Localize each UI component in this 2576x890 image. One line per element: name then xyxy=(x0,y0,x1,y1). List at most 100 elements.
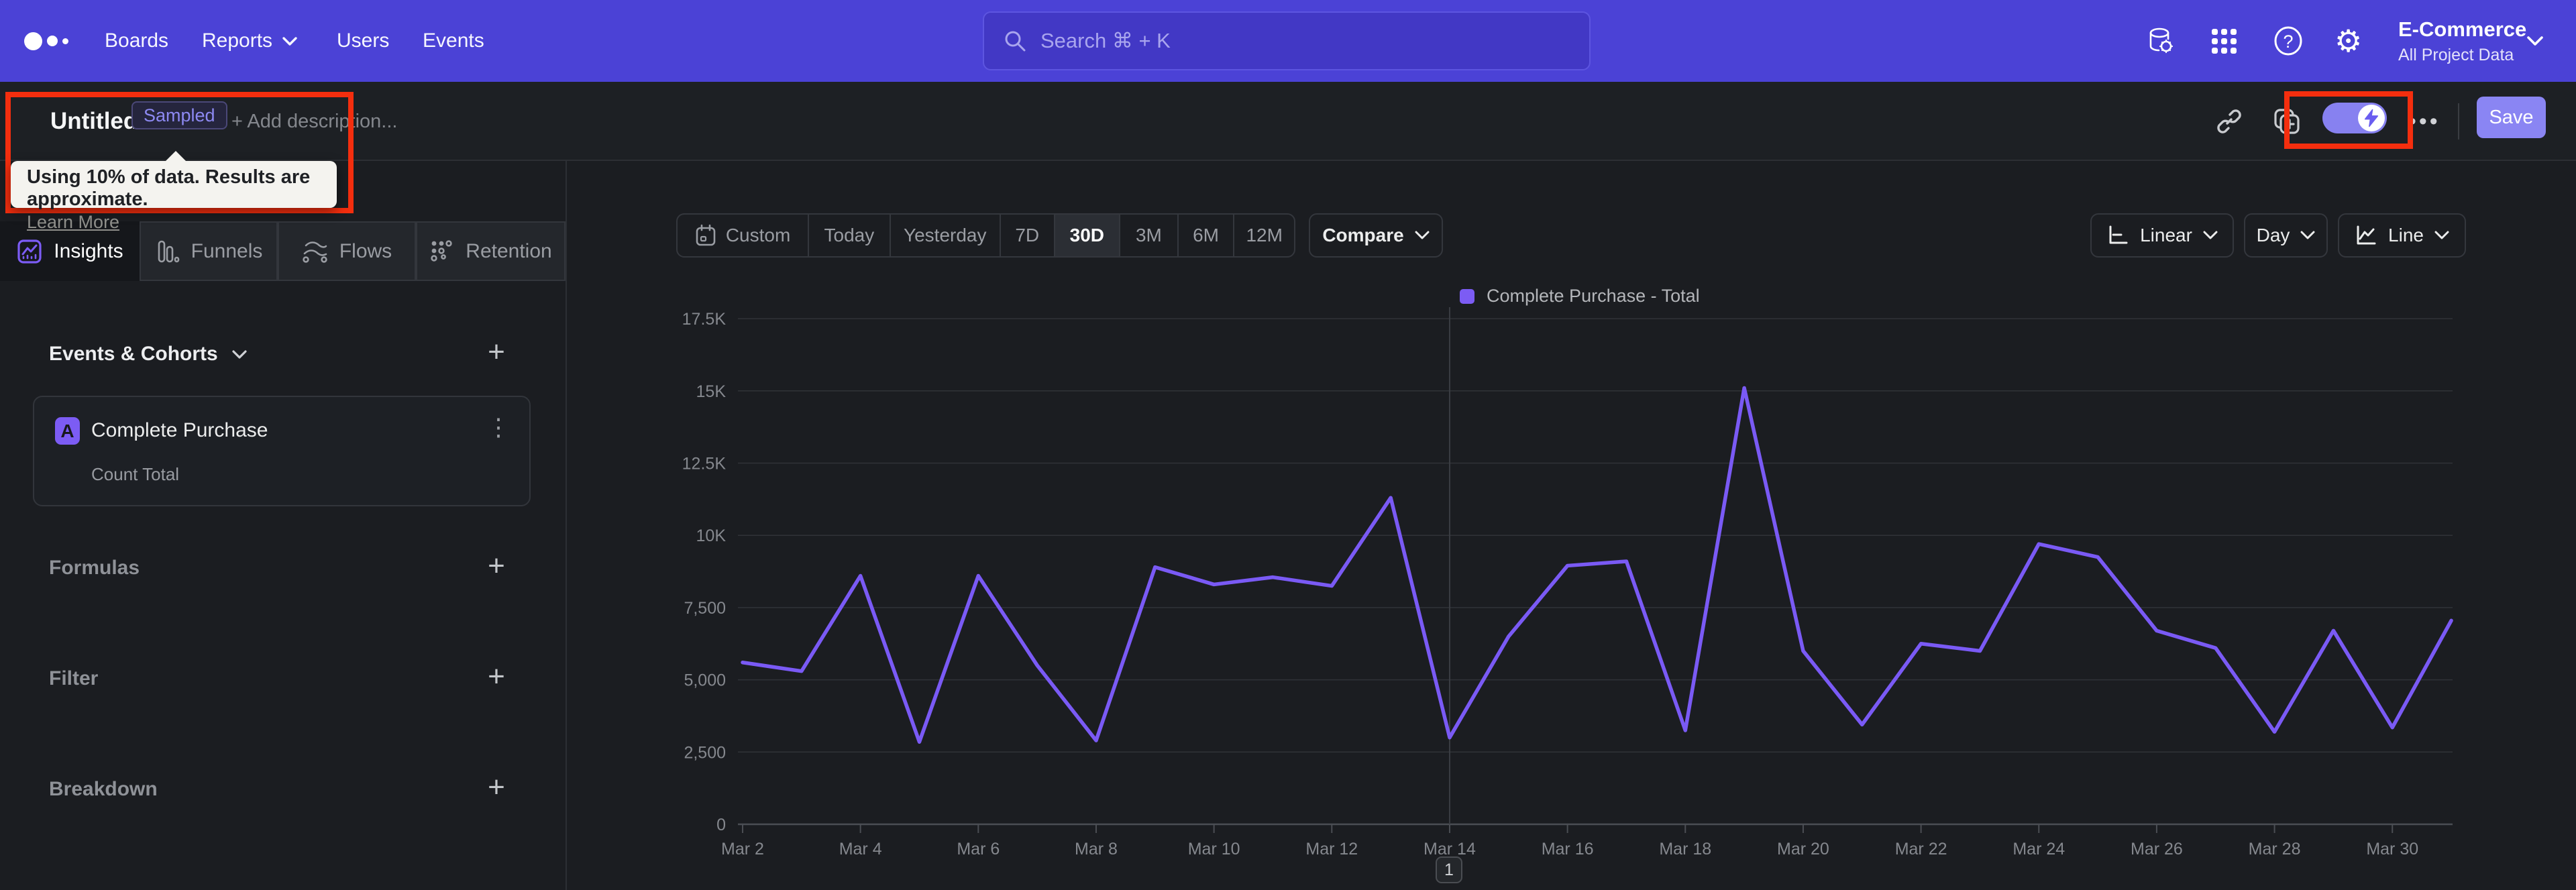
svg-text:0: 0 xyxy=(716,816,726,834)
range-today[interactable]: Today xyxy=(809,215,891,256)
add-event-button[interactable]: + xyxy=(482,337,511,368)
tab-label: Retention xyxy=(466,239,552,262)
copy-link-icon[interactable] xyxy=(2216,82,2243,161)
svg-text:Mar 28: Mar 28 xyxy=(2249,840,2301,858)
sampling-toggle[interactable] xyxy=(2322,103,2387,133)
event-kebab-menu[interactable]: ⋮ xyxy=(486,413,511,441)
tab-label: Insights xyxy=(54,239,123,262)
sampled-badge[interactable]: Sampled xyxy=(131,101,227,129)
legend-color-swatch xyxy=(1460,288,1474,304)
chevron-down-icon xyxy=(2203,231,2218,239)
add-filter-button[interactable]: + xyxy=(482,662,511,693)
tooltip-message: Using 10% of data. Results are approxima… xyxy=(27,166,311,210)
line-chart-icon xyxy=(2357,225,2376,245)
duplicate-add-icon[interactable] xyxy=(2273,82,2301,161)
svg-text:15K: 15K xyxy=(696,382,727,401)
legend-label: Complete Purchase - Total xyxy=(1487,286,1700,306)
settings-gear-icon[interactable]: ⚙ xyxy=(2334,0,2362,82)
pagination-page-1[interactable]: 1 xyxy=(1436,856,1462,883)
granularity-dropdown[interactable]: Day xyxy=(2244,213,2328,258)
events-cohorts-header[interactable]: Events & Cohorts xyxy=(49,339,248,370)
chevron-down-icon xyxy=(2300,231,2315,239)
top-nav-bar: Boards Reports Users Events Search ⌘ + K… xyxy=(0,0,2576,82)
svg-text:Mar 18: Mar 18 xyxy=(1659,840,1711,858)
svg-text:2,500: 2,500 xyxy=(684,743,726,762)
svg-text:12.5K: 12.5K xyxy=(682,455,727,474)
help-icon[interactable]: ? xyxy=(2273,0,2304,82)
project-chevron-down-icon[interactable] xyxy=(2526,0,2544,82)
range-30d[interactable]: 30D xyxy=(1055,215,1121,256)
tab-label: Funnels xyxy=(191,239,263,262)
tooltip-learn-more-link[interactable]: Learn More xyxy=(27,212,119,233)
svg-text:17.5K: 17.5K xyxy=(682,310,727,329)
funnels-icon xyxy=(158,240,179,262)
add-breakdown-button[interactable]: + xyxy=(482,773,511,803)
svg-text:Mar 14: Mar 14 xyxy=(1424,840,1476,858)
range-custom[interactable]: Custom xyxy=(678,215,810,256)
tab-retention[interactable]: Retention xyxy=(416,221,566,281)
tab-label: Flows xyxy=(339,239,392,262)
event-aggregation[interactable]: Count Total xyxy=(91,464,179,485)
project-scope: All Project Data xyxy=(2398,45,2514,64)
svg-text:Mar 8: Mar 8 xyxy=(1075,840,1118,858)
svg-text:?: ? xyxy=(2283,32,2293,52)
svg-text:Mar 6: Mar 6 xyxy=(957,840,1000,858)
save-button[interactable]: Save xyxy=(2477,97,2546,138)
nav-item-events[interactable]: Events xyxy=(423,0,484,82)
nav-item-reports[interactable]: Reports xyxy=(202,0,298,82)
scale-dropdown[interactable]: Linear xyxy=(2090,213,2234,258)
lightning-bolt-icon xyxy=(2364,109,2379,127)
linear-axis-icon xyxy=(2109,225,2128,244)
formulas-header: Formulas xyxy=(49,557,140,579)
more-options-button[interactable]: ••• xyxy=(2408,82,2440,161)
event-title: Complete Purchase xyxy=(91,419,268,441)
date-range-group: Custom Today Yesterday 7D 30D 3M 6M 12M xyxy=(676,213,1295,258)
chevron-down-icon xyxy=(232,349,247,359)
sampling-tooltip: Using 10% of data. Results are approxima… xyxy=(11,151,337,232)
mixpanel-logo-icon[interactable] xyxy=(24,0,68,82)
chevron-down-icon xyxy=(282,36,297,46)
compare-button[interactable]: Compare xyxy=(1309,213,1443,258)
svg-text:Mar 2: Mar 2 xyxy=(721,840,764,858)
svg-text:Mar 26: Mar 26 xyxy=(2131,840,2183,858)
calendar-icon xyxy=(696,224,716,246)
svg-text:Mar 30: Mar 30 xyxy=(2366,840,2418,858)
event-letter-badge: A xyxy=(55,417,80,445)
apps-grid-icon[interactable] xyxy=(2209,0,2239,82)
svg-text:Mar 20: Mar 20 xyxy=(1777,840,1829,858)
flows-icon xyxy=(303,241,327,263)
range-yesterday[interactable]: Yesterday xyxy=(891,215,1001,256)
chevron-down-icon xyxy=(1415,231,1430,239)
nav-item-boards[interactable]: Boards xyxy=(105,0,168,82)
project-name: E-Commerce xyxy=(2398,17,2527,41)
toolbar-divider xyxy=(2458,103,2459,140)
project-selector[interactable]: E-Commerce All Project Data xyxy=(2398,0,2526,82)
data-management-icon[interactable] xyxy=(2145,0,2176,82)
toggle-knob xyxy=(2358,105,2385,131)
chevron-down-icon xyxy=(2434,231,2449,239)
svg-text:Mar 22: Mar 22 xyxy=(1895,840,1947,858)
range-7d[interactable]: 7D xyxy=(1001,215,1055,256)
report-toolbar: Untitled Sampled + Add description... ••… xyxy=(0,82,2576,161)
filter-header: Filter xyxy=(49,667,99,689)
range-3m[interactable]: 3M xyxy=(1120,215,1179,256)
insights-icon xyxy=(17,239,42,264)
chart-type-dropdown[interactable]: Line xyxy=(2338,213,2466,258)
breakdown-header: Breakdown xyxy=(49,778,158,800)
add-description-button[interactable]: + Add description... xyxy=(231,82,397,161)
range-6m[interactable]: 6M xyxy=(1179,215,1235,256)
range-12m[interactable]: 12M xyxy=(1234,215,1294,256)
svg-text:5,000: 5,000 xyxy=(684,671,726,690)
event-card[interactable]: A Complete Purchase ⋮ Count Total xyxy=(33,396,531,506)
sidebar-divider xyxy=(566,161,567,890)
nav-item-users[interactable]: Users xyxy=(337,0,389,82)
search-input[interactable]: Search ⌘ + K xyxy=(983,11,1591,70)
svg-text:Mar 16: Mar 16 xyxy=(1542,840,1594,858)
legend-item[interactable]: Complete Purchase - Total xyxy=(1460,286,1700,307)
svg-text:Mar 10: Mar 10 xyxy=(1188,840,1240,858)
report-title[interactable]: Untitled xyxy=(50,82,138,161)
search-placeholder: Search ⌘ + K xyxy=(1040,29,1171,52)
svg-text:10K: 10K xyxy=(696,526,727,545)
svg-text:Mar 24: Mar 24 xyxy=(2012,840,2065,858)
add-formula-button[interactable]: + xyxy=(482,551,511,582)
